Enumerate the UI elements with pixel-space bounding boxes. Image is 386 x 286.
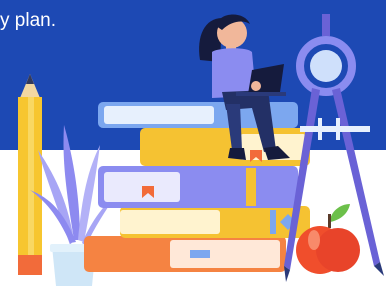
- study-books-illustration: [18, 14, 384, 286]
- book-stack: [84, 102, 310, 272]
- pencil-icon: [18, 74, 42, 275]
